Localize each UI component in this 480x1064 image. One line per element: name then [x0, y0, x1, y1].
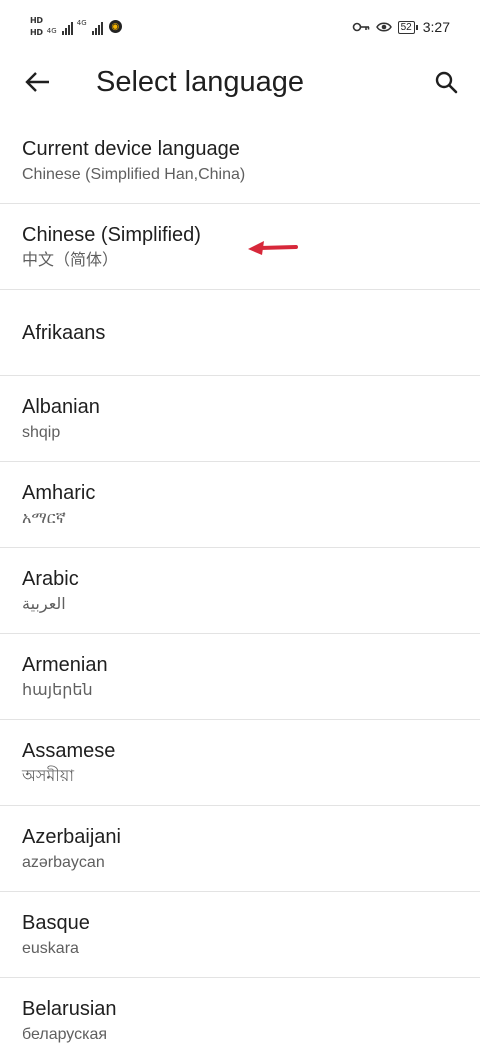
language-item-chinese-simplified[interactable]: Chinese (Simplified) 中文（简体）	[0, 204, 480, 290]
language-name: Azerbaijani	[22, 825, 121, 848]
search-icon	[435, 71, 458, 94]
signal-1-tag: 4G	[46, 26, 57, 35]
language-list: Current device language Chinese (Simplif…	[0, 118, 480, 1064]
status-bar: HD HD 4G 4G ◉ 52 3:27	[0, 0, 480, 56]
language-native-name: euskara	[22, 939, 79, 957]
arrow-left-icon	[25, 72, 49, 92]
language-item-assamese[interactable]: Assamese অসমীয়া	[0, 720, 480, 806]
app-bar: Select language	[0, 56, 480, 112]
current-device-language-item[interactable]: Current device language Chinese (Simplif…	[0, 118, 480, 204]
language-native-name: العربية	[22, 595, 66, 613]
back-button[interactable]	[20, 64, 56, 100]
signal-2-icon: 4G	[77, 19, 103, 35]
status-left: HD HD 4G 4G ◉	[30, 16, 122, 37]
language-name: Arabic	[22, 567, 79, 590]
signal-1-icon: 4G	[47, 19, 73, 35]
language-name: Afrikaans	[22, 321, 106, 344]
language-native-name: azərbaycan	[22, 853, 105, 871]
red-arrow-annotation	[248, 241, 298, 255]
language-item-basque[interactable]: Basque euskara	[0, 892, 480, 978]
hd-badge-1: HD	[30, 16, 43, 25]
current-device-value: Chinese (Simplified Han,China)	[22, 165, 246, 183]
language-item-albanian[interactable]: Albanian shqip	[0, 376, 480, 462]
signal-2-tag: 4G	[76, 18, 87, 27]
language-native-name: አማርኛ	[22, 509, 66, 527]
language-item-afrikaans[interactable]: Afrikaans	[0, 290, 480, 376]
language-item-amharic[interactable]: Amharic አማርኛ	[0, 462, 480, 548]
eye-icon	[375, 22, 392, 32]
search-button[interactable]	[428, 64, 464, 100]
language-name: Armenian	[22, 653, 108, 676]
language-native-name: беларуская	[22, 1026, 108, 1043]
language-name: Amharic	[22, 481, 96, 504]
language-item-belarusian[interactable]: Belarusian беларуская	[0, 978, 480, 1064]
hd-badge-2: HD	[30, 28, 43, 37]
language-name: Belarusian	[22, 998, 117, 1020]
language-native-name: অসমীয়া	[22, 767, 74, 785]
hd-badges: HD HD	[30, 16, 43, 37]
language-item-armenian[interactable]: Armenian հայերեն	[0, 634, 480, 720]
current-device-label: Current device language	[22, 137, 240, 160]
language-native-name: shqip	[22, 423, 61, 441]
page-title: Select language	[96, 66, 304, 98]
language-name: Albanian	[22, 395, 100, 418]
status-right: 52 3:27	[352, 19, 450, 35]
key-icon	[352, 22, 369, 32]
language-item-azerbaijani[interactable]: Azerbaijani azərbaycan	[0, 806, 480, 892]
language-name: Assamese	[22, 739, 116, 762]
language-name: Basque	[22, 911, 90, 934]
language-item-arabic[interactable]: Arabic العربية	[0, 548, 480, 634]
status-time: 3:27	[422, 19, 450, 35]
language-native-name: հայերեն	[22, 681, 93, 699]
nfc-icon: ◉	[108, 20, 122, 33]
battery-indicator: 52	[397, 20, 418, 34]
